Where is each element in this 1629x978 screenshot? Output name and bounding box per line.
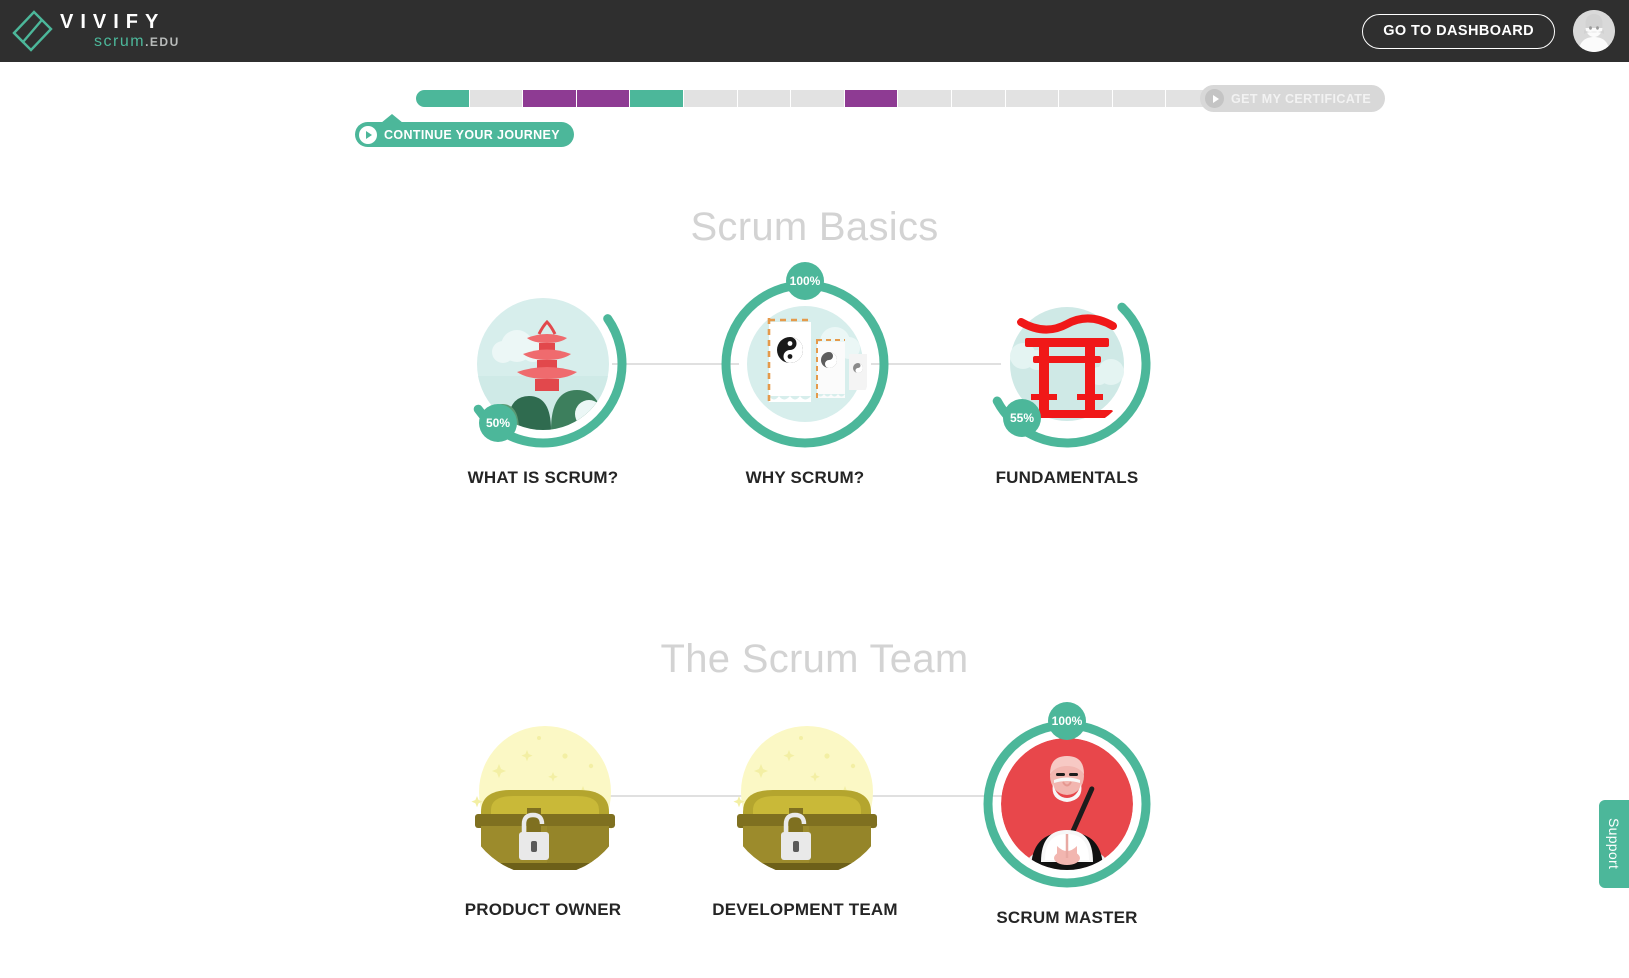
continue-your-journey-label: CONTINUE YOUR JOURNEY (384, 127, 560, 142)
top-navigation-bar: VIVIFY scrum.EDU GO TO DASHBOARD (0, 0, 1629, 62)
course-node-development-team[interactable]: DEVELOPMENT TEAM (695, 708, 915, 920)
status-badge: 100% (786, 262, 824, 300)
go-to-dashboard-button[interactable]: GO TO DASHBOARD (1362, 13, 1555, 49)
section-scrum-basics: Scrum Basics 50% WHAT IS SCRUM? 100% WHY… (0, 205, 1629, 546)
progress-segment[interactable] (1059, 90, 1113, 107)
get-my-certificate-label: GET MY CERTIFICATE (1231, 91, 1372, 106)
progress-ring-holder: 50% (455, 276, 631, 452)
topbar-actions: GO TO DASHBOARD (1362, 0, 1615, 62)
progress-segment[interactable] (898, 90, 952, 107)
status-badge: 50% (479, 404, 517, 442)
user-avatar-icon (1573, 10, 1615, 52)
get-my-certificate-button[interactable]: GET MY CERTIFICATE (1200, 85, 1386, 112)
progress-ring-holder: 100% (979, 702, 1155, 892)
progress-segment[interactable] (951, 90, 1006, 107)
progress-segment[interactable] (737, 90, 792, 107)
progress-segment[interactable] (576, 90, 631, 107)
progress-segment[interactable] (523, 90, 577, 107)
section-nodes-row: 50% WHAT IS SCRUM? 100% WHY SCRUM? 55% F… (0, 262, 1629, 546)
play-icon (1205, 89, 1224, 108)
progress-ring (721, 280, 889, 448)
brand-logo[interactable]: VIVIFY scrum.EDU (8, 7, 180, 55)
course-progress-area: GET MY CERTIFICATE CONTINUE YOUR JOURNEY (0, 85, 1629, 150)
progress-ring-holder (455, 708, 631, 884)
progress-ring-holder (717, 708, 893, 884)
section-the-scrum-team: The Scrum Team PRODUCT OWNER DEVELOPMENT… (0, 637, 1629, 978)
progress-ring-holder: 100% (717, 262, 893, 452)
section-title: Scrum Basics (690, 205, 939, 249)
play-icon (359, 125, 377, 144)
checkmark-document-icon (12, 10, 53, 52)
brand-name-primary: VIVIFY (60, 11, 166, 33)
course-node-product-owner[interactable]: PRODUCT OWNER (433, 708, 653, 920)
progress-segment[interactable] (683, 90, 738, 107)
avatar[interactable] (1573, 10, 1615, 52)
course-node-label: WHY SCRUM? (745, 468, 865, 487)
progress-segment-track[interactable] (416, 90, 1328, 107)
section-title: The Scrum Team (660, 637, 969, 681)
status-badge: 100% (1048, 702, 1086, 740)
progress-segment[interactable] (791, 90, 845, 107)
course-node-why-scrum[interactable]: 100% WHY SCRUM? (695, 262, 915, 488)
progress-ring (983, 720, 1151, 888)
course-node-label: PRODUCT OWNER (464, 900, 622, 919)
locked-treasure-chest-illustration (723, 708, 891, 876)
course-node-fundamentals[interactable]: 55% FUNDAMENTALS (957, 276, 1177, 488)
section-nodes-row: PRODUCT OWNER DEVELOPMENT TEAM 100% SCRU… (0, 702, 1629, 978)
course-node-label: SCRUM MASTER (996, 908, 1138, 927)
locked-treasure-chest-illustration (461, 708, 629, 876)
progress-segment[interactable] (1005, 90, 1060, 107)
course-node-label: WHAT IS SCRUM? (467, 468, 619, 487)
status-badge: 55% (1003, 399, 1041, 437)
progress-segment[interactable] (630, 90, 684, 107)
brand-name-scrum: scrum (94, 33, 146, 50)
continue-your-journey-button[interactable]: CONTINUE YOUR JOURNEY (355, 114, 574, 147)
course-node-label: FUNDAMENTALS (995, 468, 1139, 487)
brand-name-edu: .EDU (145, 35, 180, 49)
course-node-label: DEVELOPMENT TEAM (712, 900, 898, 919)
progress-segment[interactable] (1112, 90, 1167, 107)
progress-ring-holder: 55% (979, 276, 1155, 452)
course-node-what-is-scrum[interactable]: 50% WHAT IS SCRUM? (433, 276, 653, 488)
support-tab-label: Support (1606, 818, 1622, 870)
progress-segment[interactable] (844, 90, 899, 107)
course-node-scrum-master[interactable]: 100% SCRUM MASTER (957, 702, 1177, 928)
progress-segment[interactable] (469, 90, 524, 107)
support-tab-button[interactable]: Support (1599, 800, 1629, 888)
progress-segment[interactable] (416, 90, 470, 107)
